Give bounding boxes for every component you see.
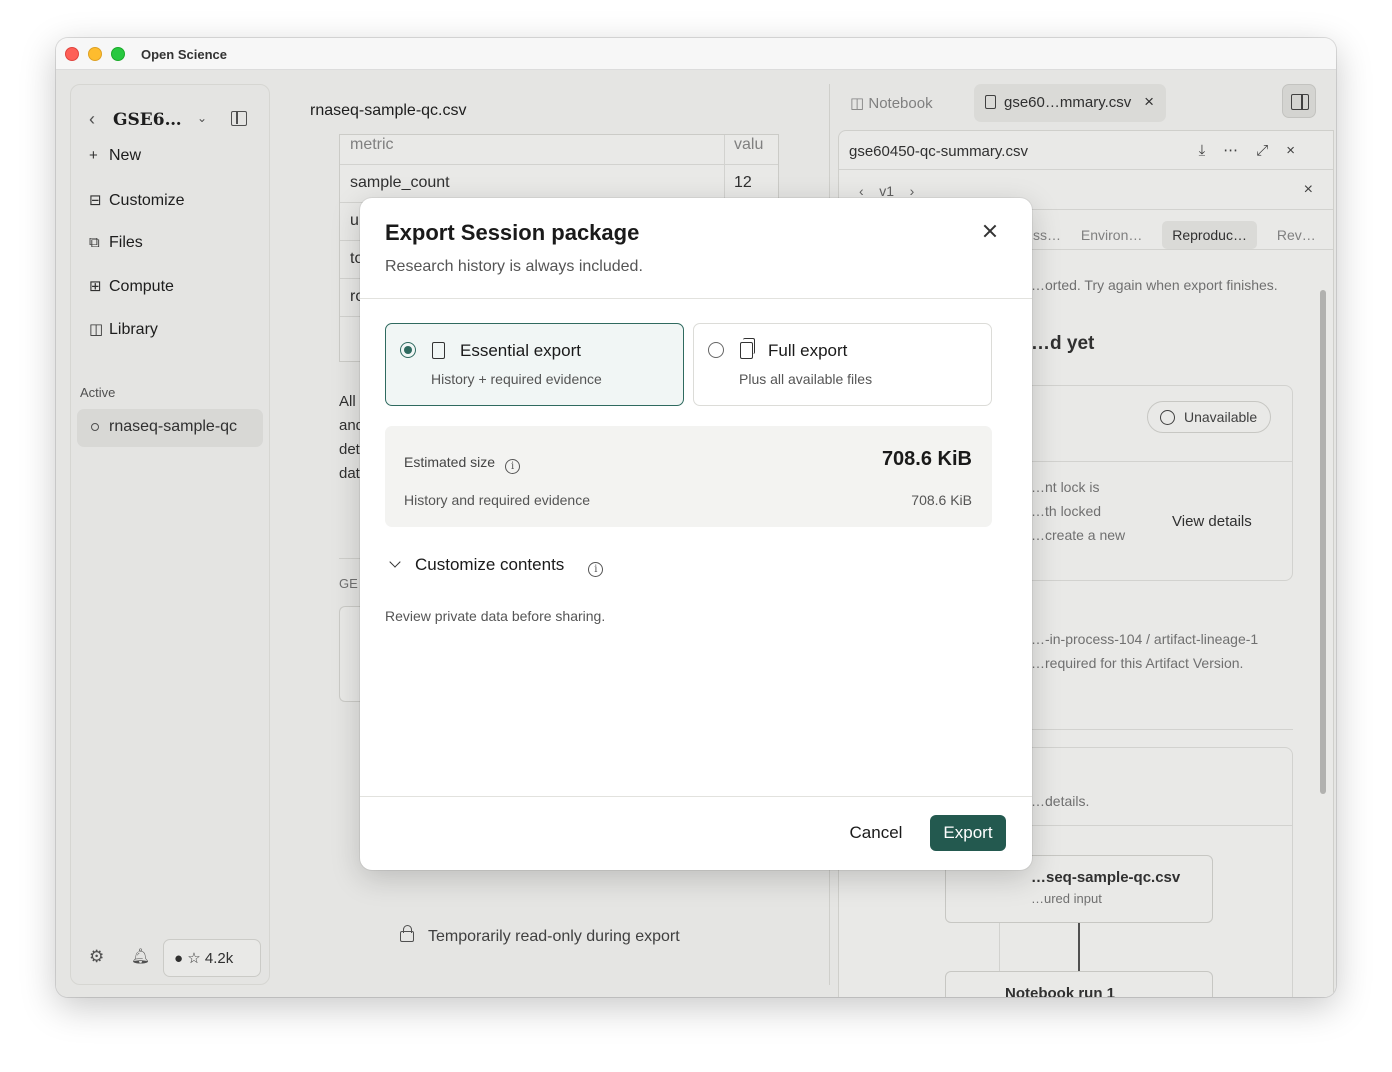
chevron-down-icon bbox=[389, 556, 401, 568]
file-icon bbox=[432, 342, 445, 359]
estimated-size-value: 708.6 KiB bbox=[881, 448, 972, 470]
essential-export-radio[interactable] bbox=[400, 342, 416, 358]
files-icon bbox=[740, 338, 755, 359]
export-dialog: Export Session package Research history … bbox=[360, 198, 1032, 870]
export-button[interactable]: Export bbox=[930, 815, 1006, 851]
essential-export-option[interactable]: Essential export History + required evid… bbox=[385, 323, 684, 406]
dialog-title: Export Session package bbox=[385, 220, 640, 245]
zoom-window-button[interactable] bbox=[111, 47, 125, 61]
close-icon[interactable] bbox=[979, 221, 1001, 243]
app-window: Open Science ‹ GSE6… ⌄ + New ⊟ Customize ⧉… bbox=[56, 38, 1336, 997]
title-bar: Open Science bbox=[56, 38, 1336, 70]
size-summary: Estimated size i 708.6 KiB History and re… bbox=[385, 426, 992, 527]
info-icon[interactable]: i bbox=[588, 562, 604, 577]
breakdown-label: History and required evidence bbox=[404, 492, 590, 508]
dialog-subtitle: Research history is always included. bbox=[385, 258, 643, 275]
customize-contents-toggle[interactable]: Customize contents i bbox=[389, 555, 604, 577]
full-export-option[interactable]: Full export Plus all available files bbox=[693, 323, 992, 406]
breakdown-value: 708.6 KiB bbox=[911, 492, 972, 508]
cancel-button[interactable]: Cancel bbox=[836, 815, 916, 851]
privacy-note: Review private data before sharing. bbox=[385, 608, 606, 624]
info-icon[interactable]: i bbox=[505, 459, 521, 474]
minimize-window-button[interactable] bbox=[88, 47, 102, 61]
app-title: Open Science bbox=[141, 47, 227, 62]
close-window-button[interactable] bbox=[65, 47, 79, 61]
full-export-radio[interactable] bbox=[708, 342, 724, 358]
estimated-size-label: Estimated size bbox=[404, 454, 496, 470]
